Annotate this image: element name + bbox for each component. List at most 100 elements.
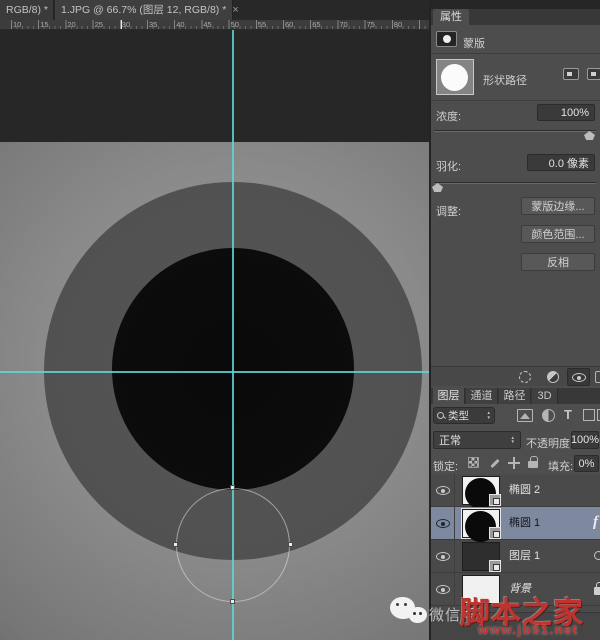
lock-pixels-icon[interactable]: [488, 457, 500, 469]
layer-row-background[interactable]: 背景: [431, 573, 600, 606]
tab-layers[interactable]: 图层: [433, 388, 465, 404]
lock-label: 锁定:: [433, 458, 458, 474]
mask-edge-button[interactable]: 蒙版边缘...: [521, 197, 595, 215]
filter-pixel-layers-icon[interactable]: [517, 409, 533, 422]
feather-slider-handle[interactable]: [432, 183, 443, 192]
layer-list: 椭圆 2 椭圆 1 f 图层 1 背景: [431, 474, 600, 612]
properties-tabrow: 属性: [431, 9, 600, 25]
ruler-tick-label: 30: [122, 20, 130, 29]
apply-mask-icon[interactable]: [547, 371, 559, 383]
mask-label: 蒙版: [463, 35, 485, 51]
layer-row-layer1[interactable]: 图层 1: [431, 540, 600, 573]
feather-value[interactable]: 0.0 像素: [527, 154, 595, 171]
tab-3d[interactable]: 3D: [532, 388, 558, 404]
feather-slider[interactable]: [434, 182, 596, 184]
layer-row-ellipse2[interactable]: 椭圆 2: [431, 474, 600, 507]
close-tab-icon[interactable]: ×: [232, 4, 238, 16]
visibility-cell[interactable]: [431, 573, 455, 606]
ruler-tick-label: 45: [203, 20, 211, 29]
path-anchor-top[interactable]: [230, 485, 235, 490]
color-range-button[interactable]: 颜色范围...: [521, 225, 595, 243]
vector-mask-badge-icon: [489, 494, 501, 506]
layer-row-ellipse1-selected[interactable]: 椭圆 1 f: [431, 507, 600, 540]
document-tab-active[interactable]: 1.JPG @ 66.7% (图层 12, RGB/8) *×: [55, 0, 233, 20]
chevron-updown-icon: ▲▼: [487, 411, 491, 420]
visibility-cell[interactable]: [431, 540, 455, 573]
layers-tabbar: 图层 通道 路径 3D: [431, 388, 600, 404]
fx-badge-icon: f: [593, 514, 598, 531]
layer-thumbnail[interactable]: [462, 476, 500, 505]
path-anchor-bottom[interactable]: [230, 599, 235, 604]
lock-position-icon[interactable]: [508, 457, 520, 469]
fill-value[interactable]: 0%: [574, 455, 599, 472]
eye-icon: [436, 552, 450, 561]
layer-thumbnail[interactable]: [462, 542, 500, 571]
visibility-cell[interactable]: [431, 507, 455, 540]
background-lock-icon: [594, 582, 600, 595]
layers-filter-row: 类型 ▲▼ T: [431, 404, 600, 427]
ruler-tick-label: 55: [258, 20, 266, 29]
ellipse-path-outline[interactable]: [176, 488, 290, 602]
feather-label: 羽化:: [436, 158, 461, 174]
layer-name: 椭圆 2: [509, 474, 540, 507]
mask-thumbnail-icon[interactable]: [436, 31, 457, 47]
divider: [431, 100, 600, 101]
ruler-tick-label: 25: [95, 20, 103, 29]
filter-adjustment-layers-icon[interactable]: [542, 409, 555, 422]
filter-type-select[interactable]: 类型 ▲▼: [433, 407, 495, 424]
invert-button[interactable]: 反相: [521, 253, 595, 271]
vector-mask-badge-icon: [489, 527, 501, 539]
ruler-tick-label: 35: [149, 20, 157, 29]
adjustments-label: 调整:: [436, 203, 461, 219]
document-tab-partial[interactable]: RGB/8) *×: [0, 0, 54, 20]
photo-dark-region: [0, 30, 429, 142]
right-panel: 属性 蒙版 形状路径 浓度: 100% 羽化: 0.0 像素 调整: 蒙版边缘.…: [429, 0, 600, 640]
ruler-tick-label: 80: [394, 20, 402, 29]
ruler-tick-label: 50: [231, 20, 239, 29]
eye-icon: [436, 486, 450, 495]
density-slider-handle[interactable]: [584, 131, 595, 140]
document-tab-partial-title: RGB/8) *: [6, 4, 48, 16]
blend-mode-select[interactable]: 正常 ▲▼: [433, 431, 521, 449]
tab-paths[interactable]: 路径: [499, 388, 531, 404]
visibility-cell[interactable]: [431, 474, 455, 507]
ruler-tick-label: 40: [176, 20, 184, 29]
opacity-value[interactable]: 100%: [571, 431, 599, 449]
density-slider[interactable]: [434, 130, 596, 132]
eye-icon: [436, 519, 450, 528]
canvas[interactable]: [0, 30, 429, 640]
ruler-tick-label: 65: [312, 20, 320, 29]
layer-name: 图层 1: [509, 540, 540, 573]
mask-options-icon[interactable]: [563, 68, 579, 80]
layer-thumbnail[interactable]: [462, 575, 500, 604]
load-selection-icon[interactable]: [519, 371, 531, 383]
eye-icon: [572, 373, 586, 382]
path-anchor-left[interactable]: [173, 542, 178, 547]
path-anchor-right[interactable]: [288, 542, 293, 547]
layer-badge-icon: [489, 560, 501, 572]
divider: [431, 53, 600, 54]
ruler-tick-label: 10: [13, 20, 21, 29]
tab-channels[interactable]: 通道: [466, 388, 498, 404]
chevron-updown-icon: ▲▼: [511, 436, 515, 445]
ruler-tick-label: 20: [67, 20, 75, 29]
filter-shape-layers-icon[interactable]: [583, 409, 595, 421]
search-icon: [437, 412, 445, 420]
ruler-tick-label: 60: [285, 20, 293, 29]
delete-mask-icon[interactable]: [595, 371, 600, 383]
ruler-tick-label: 70: [339, 20, 347, 29]
horizontal-guide[interactable]: [0, 371, 429, 373]
blend-mode-value: 正常: [439, 432, 461, 448]
mask-options-icon-2[interactable]: [587, 68, 600, 80]
lock-transparency-icon[interactable]: [468, 457, 479, 468]
filter-type-layers-icon[interactable]: T: [564, 407, 572, 422]
shape-path-thumbnail[interactable]: [436, 59, 474, 95]
layer-thumbnail[interactable]: [462, 509, 500, 538]
lock-all-icon[interactable]: [528, 456, 538, 468]
tab-properties[interactable]: 属性: [433, 9, 469, 25]
lock-row: 锁定: 填充: 0%: [431, 452, 600, 474]
density-value[interactable]: 100%: [537, 104, 595, 121]
horizontal-ruler[interactable]: 101520253035404550556065707580: [0, 20, 429, 30]
disable-mask-toggle[interactable]: [567, 368, 590, 386]
ruler-position-marker: [121, 20, 122, 30]
